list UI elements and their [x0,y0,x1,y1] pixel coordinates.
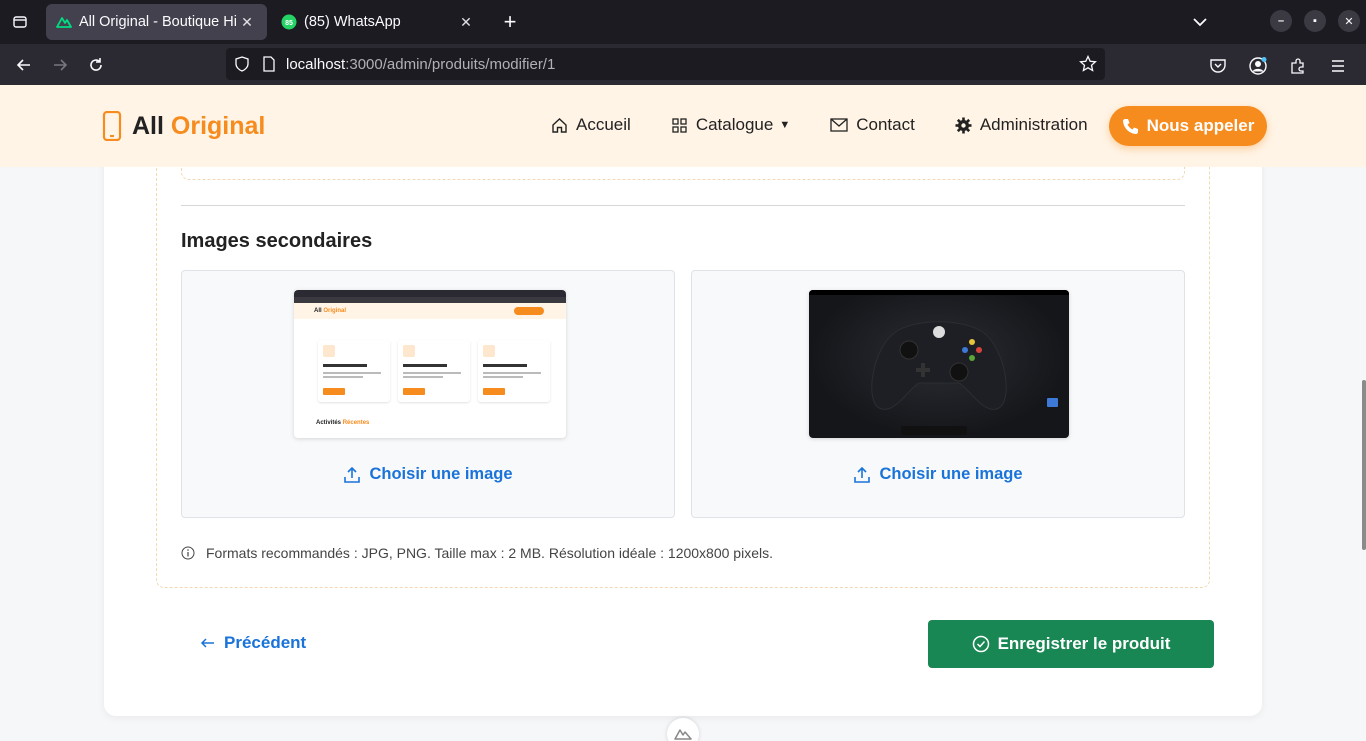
minimize-icon[interactable]: – [1270,10,1292,32]
choose-image-button[interactable]: Choisir une image [692,465,1184,484]
account-icon[interactable] [1240,48,1276,84]
envelope-icon [830,118,848,132]
call-button[interactable]: Nous appeler [1109,106,1267,146]
nuxt-icon [56,17,72,28]
extensions-icon[interactable] [1280,48,1316,84]
previous-button[interactable]: Précédent [200,633,306,653]
logo-text: All Original [132,111,266,140]
reload-icon[interactable] [78,47,114,83]
phone-icon [102,111,122,141]
browser-navbar: localhost:3000/admin/produits/modifier/1 [0,44,1366,85]
controller-image [871,321,1007,410]
upload-icon [854,466,871,483]
secondary-image-slot-1: All Original Activités Récentes Choisir … [181,270,675,518]
choose-image-button[interactable]: Choisir une image [182,465,674,484]
menu-item-administration[interactable]: Administration [955,115,1088,135]
browser-tab-strip: All Original - Boutique Hig ✕ 85 (85) Wh… [0,0,1366,44]
bookmark-star-icon[interactable] [1079,55,1097,73]
menu-item-catalogue[interactable]: Catalogue ▼ [671,115,790,135]
new-tab-icon[interactable]: + [492,4,528,40]
browser-tab-whatsapp[interactable]: 85 (85) WhatsApp ✕ [271,4,486,40]
close-icon[interactable]: ✕ [237,14,257,31]
whatsapp-icon: 85 [281,14,297,30]
close-window-icon[interactable]: ✕ [1338,10,1360,32]
page-icon [263,56,275,72]
window-controls: – ▪ ✕ [1193,10,1360,32]
main-menu: Accueil Catalogue ▼ Contact Administrati… [551,115,1128,135]
shield-icon[interactable] [234,56,250,72]
url-bar[interactable]: localhost:3000/admin/produits/modifier/1 [226,48,1105,80]
image-preview [809,290,1069,438]
tab-title: (85) WhatsApp [304,14,401,30]
save-product-button[interactable]: Enregistrer le produit [928,620,1214,668]
form-card: Images secondaires All Original Activité… [104,150,1262,716]
menu-icon[interactable] [1320,48,1356,84]
home-icon [552,117,567,133]
phone-icon [1122,118,1138,134]
forward-icon[interactable] [42,47,78,83]
pocket-icon[interactable] [1200,48,1236,84]
close-icon[interactable]: ✕ [456,14,476,31]
url-text: localhost:3000/admin/produits/modifier/1 [286,55,556,73]
nuxt-devtools-icon[interactable] [667,718,699,741]
check-circle-icon [972,635,989,653]
image-preview: All Original Activités Récentes [294,290,566,438]
grid-icon [672,117,687,133]
site-header: All Original Accueil Catalogue ▼ Contact… [0,85,1366,167]
secondary-image-slot-2: Choisir une image [691,270,1185,518]
back-icon[interactable] [6,47,42,83]
caret-down-icon: ▼ [779,119,791,131]
menu-item-accueil[interactable]: Accueil [551,115,631,135]
browser-tab-active[interactable]: All Original - Boutique Hig ✕ [46,4,267,40]
tab-list-icon[interactable] [0,0,40,44]
site-logo[interactable]: All Original [102,111,265,141]
upload-icon [344,466,361,483]
divider [181,205,1185,206]
info-icon [181,546,195,560]
menu-item-contact[interactable]: Contact [830,115,915,135]
section-title: Images secondaires [181,230,373,252]
whatsapp-badge: 85 [285,20,293,27]
tab-title: All Original - Boutique Hig [79,14,237,30]
chevron-down-icon[interactable] [1188,10,1212,34]
gear-icon [955,117,972,133]
page-scrollbar[interactable] [1362,380,1366,550]
maximize-icon[interactable]: ▪ [1304,10,1326,32]
arrow-left-icon [200,638,214,648]
format-hint: Formats recommandés : JPG, PNG. Taille m… [181,545,773,561]
